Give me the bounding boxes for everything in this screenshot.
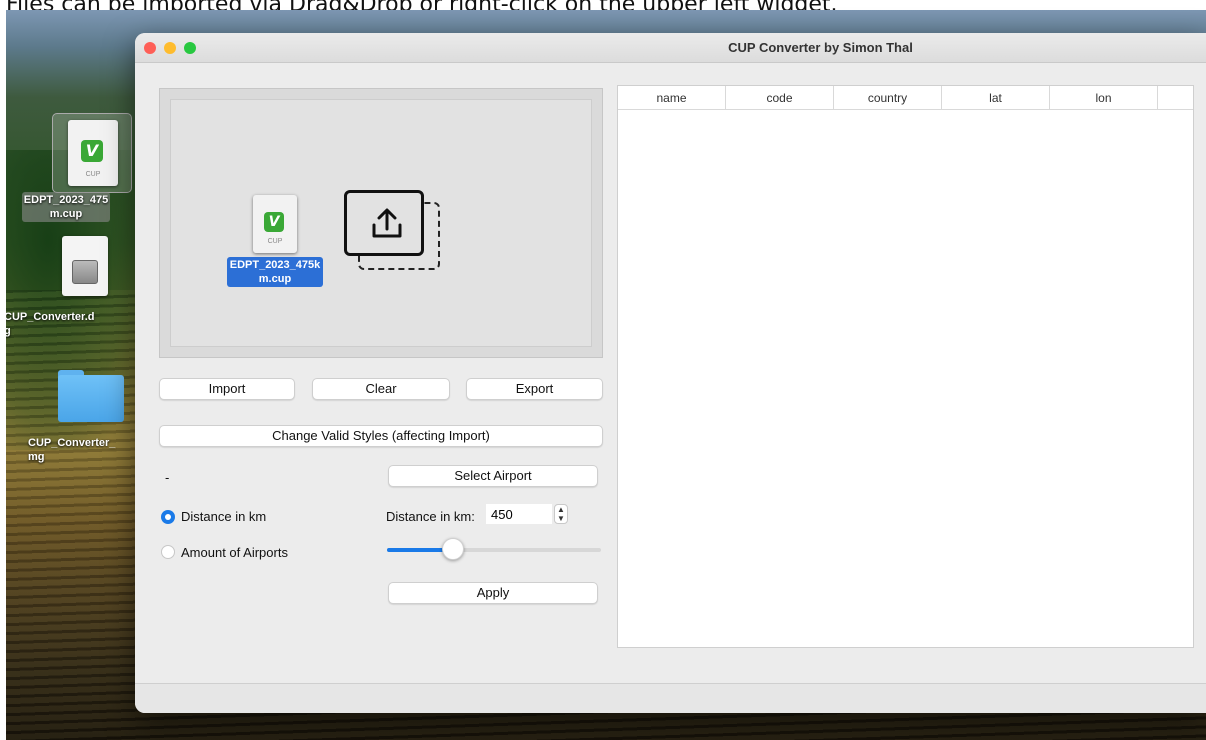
cup-logo-icon: V [81,140,103,162]
distance-slider-track[interactable] [387,548,601,552]
clear-button[interactable]: Clear [312,378,450,400]
distance-stepper[interactable]: ▲ ▼ [554,504,568,524]
file-drop-zone[interactable]: V CUP EDPT_2023_475k m.cup [159,88,603,358]
cup-logo-icon: V [264,212,284,232]
apply-button[interactable]: Apply [388,582,598,604]
app-window: CUP Converter by Simon Thal V CUP EDPT_2… [135,33,1206,713]
distance-spinbox[interactable]: 450 [486,504,552,524]
column-header-lon[interactable]: lon [1050,86,1158,109]
distance-radio-label: Distance in km [181,509,267,524]
dragged-file: V CUP EDPT_2023_475k m.cup [215,195,335,287]
status-bar [135,683,1206,713]
dragged-file-name: EDPT_2023_475k m.cup [226,257,324,287]
export-button[interactable]: Export [466,378,603,400]
cup-file-icon: V CUP [253,195,297,253]
change-valid-styles-button[interactable]: Change Valid Styles (affecting Import) [159,425,603,447]
folder-icon [58,370,124,422]
column-header-code[interactable]: code [726,86,834,109]
distance-slider-handle[interactable] [442,538,465,560]
amount-radio-label: Amount of Airports [181,545,288,560]
desktop-icon-cup-file[interactable]: V CUP [48,120,138,186]
column-header-name[interactable]: name [618,86,726,109]
title-bar: CUP Converter by Simon Thal [135,33,1206,63]
cup-file-icon: V CUP [68,120,118,186]
selected-airport-label: - [165,470,170,485]
amount-radio[interactable] [161,545,175,559]
table-header: name code country lat lon [618,86,1193,110]
distance-spin-label: Distance in km: [386,509,475,524]
column-header-country[interactable]: country [834,86,942,109]
distance-radio[interactable] [161,510,175,524]
desktop-icon-cup-file-label: EDPT_2023_475 m.cup [21,192,111,222]
disk-image-icon [62,236,108,296]
select-airport-button[interactable]: Select Airport [388,465,598,487]
airport-table[interactable]: name code country lat lon [617,85,1194,648]
window-title: CUP Converter by Simon Thal [728,40,913,55]
import-button[interactable]: Import [159,378,295,400]
column-header-lat[interactable]: lat [942,86,1050,109]
